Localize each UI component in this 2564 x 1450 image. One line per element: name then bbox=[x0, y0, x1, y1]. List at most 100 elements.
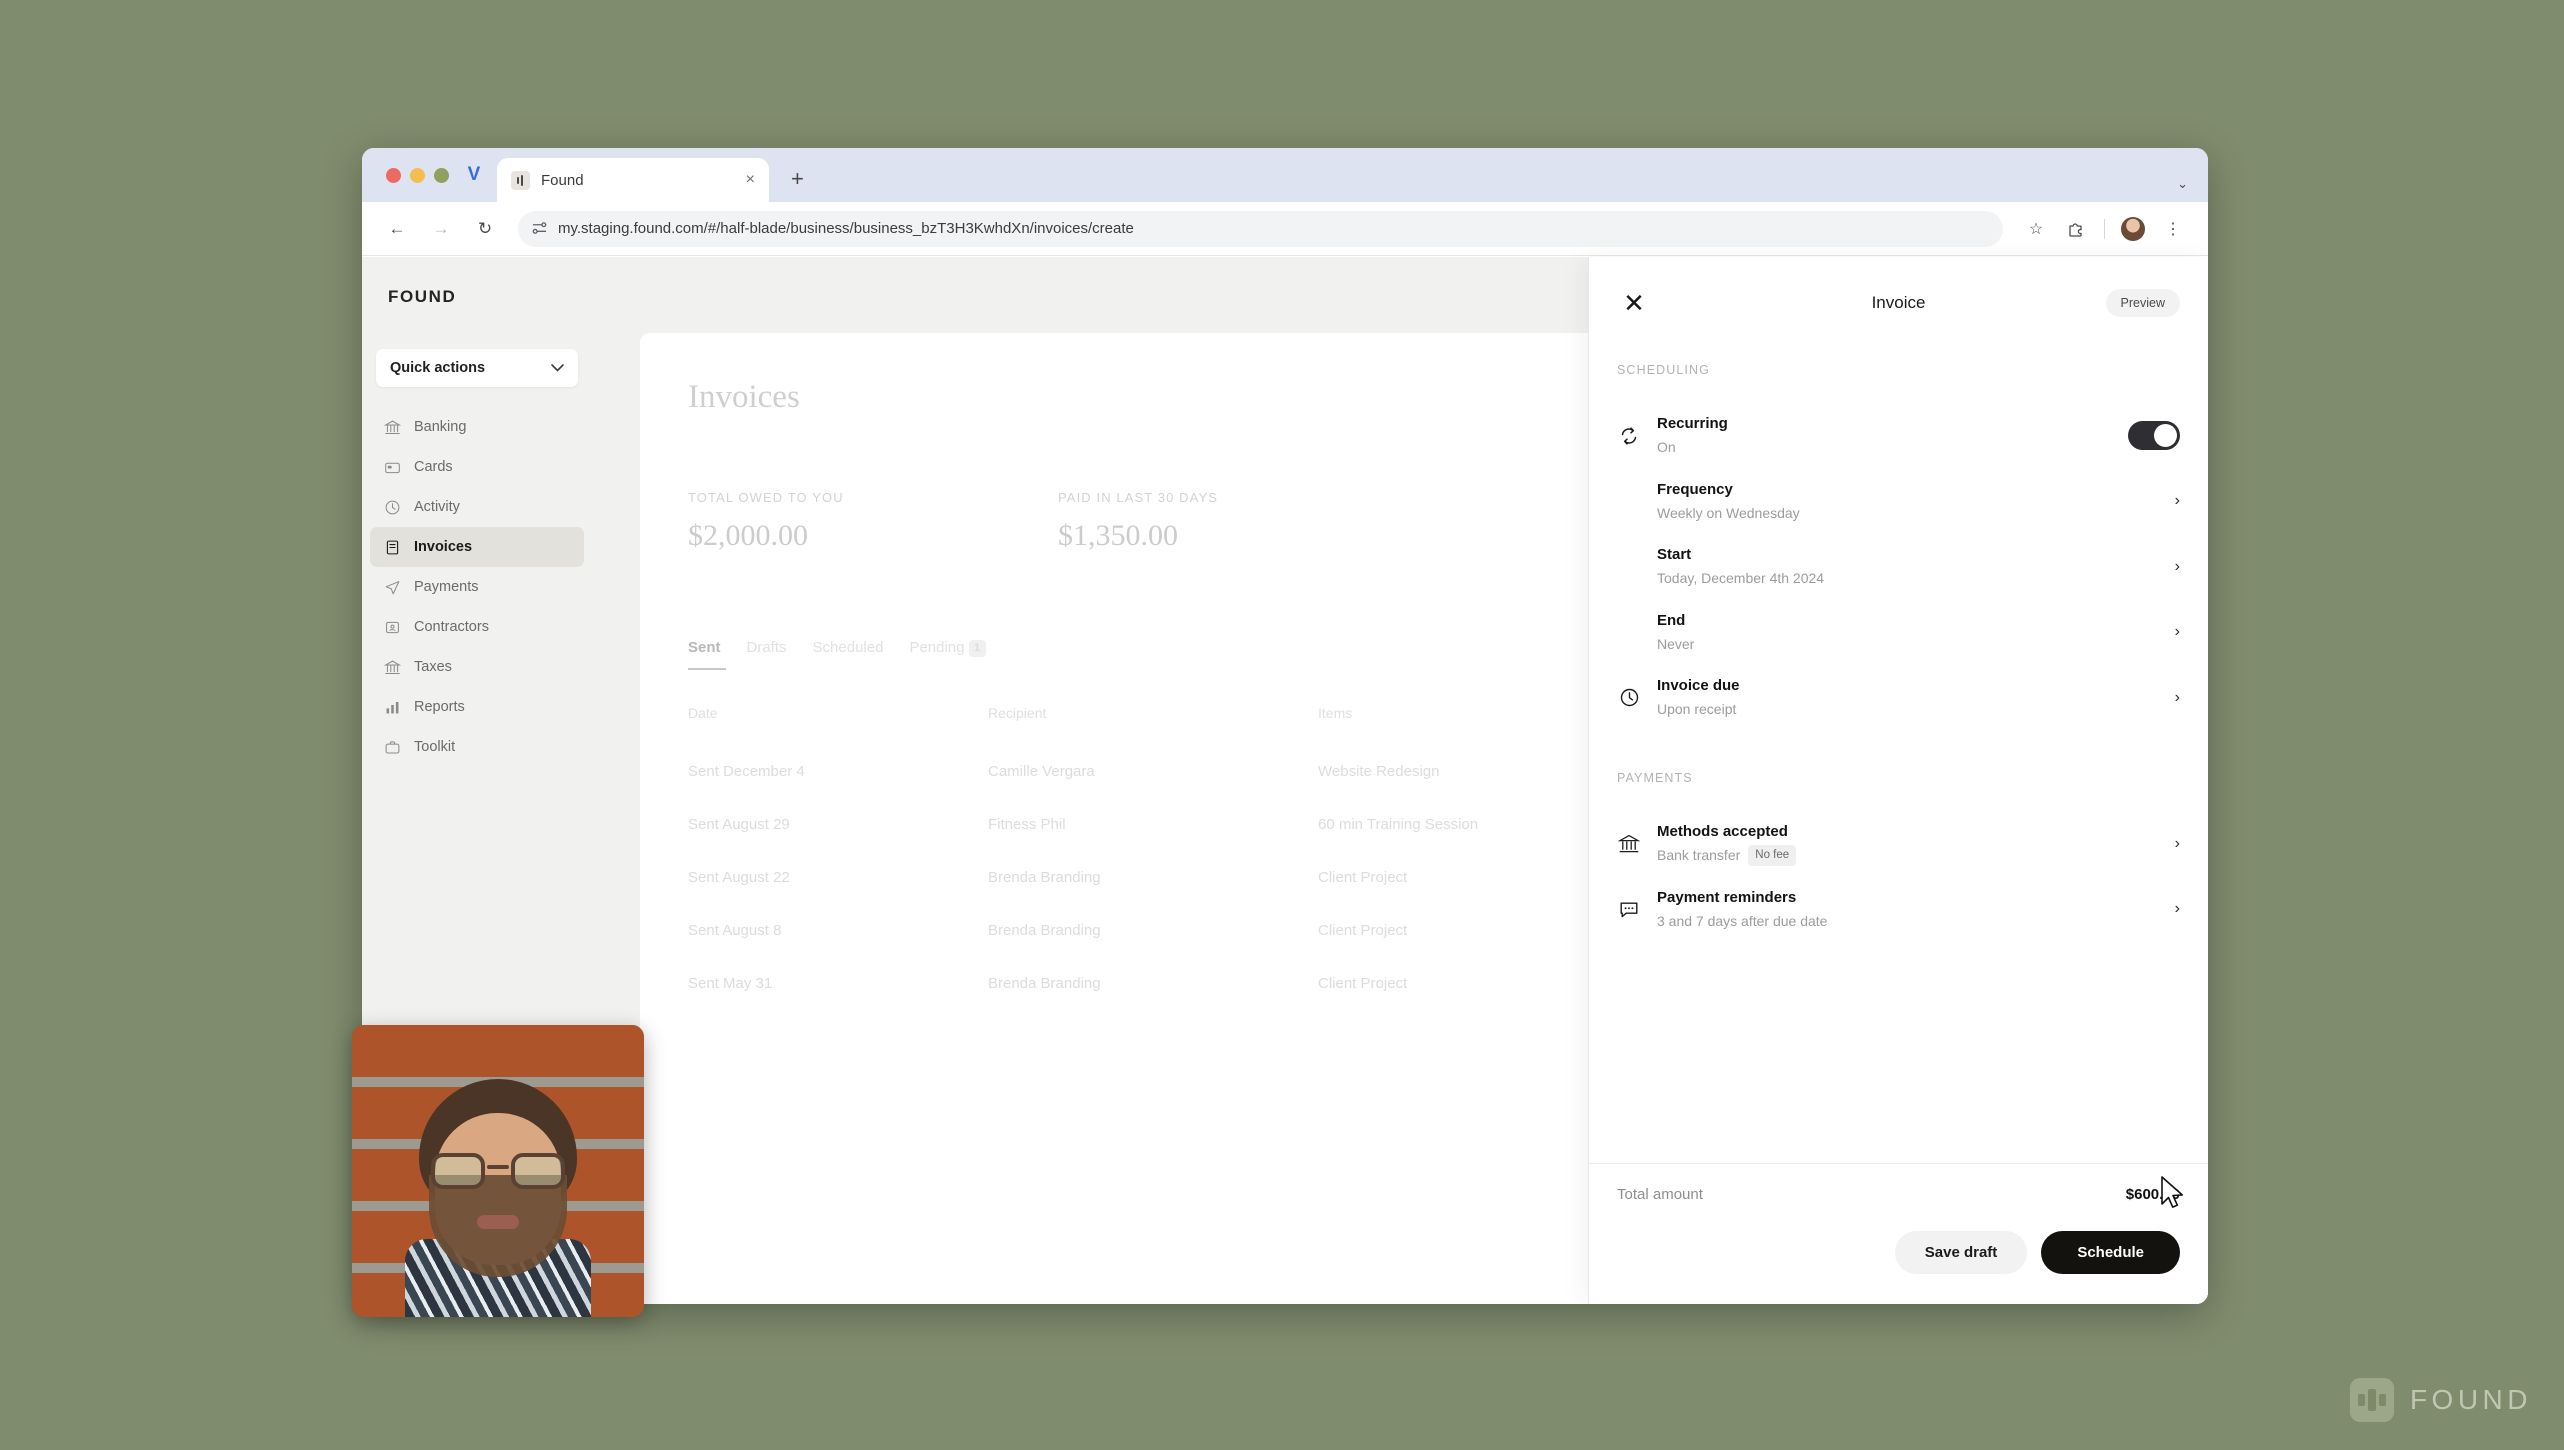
card-icon bbox=[385, 462, 400, 473]
chevron-right-icon: › bbox=[2174, 834, 2180, 852]
sidebar-item-label: Invoices bbox=[414, 539, 473, 555]
sidebar-item-label: Activity bbox=[414, 499, 460, 515]
stat-paid-last-30-days: PAID IN LAST 30 DAYS $1,350.00 bbox=[1058, 490, 1428, 553]
minimize-window-button[interactable] bbox=[410, 167, 425, 183]
sidebar-item-activity[interactable]: Activity bbox=[370, 487, 584, 527]
stat-total-owed: TOTAL OWED TO YOU $2,000.00 bbox=[688, 490, 1058, 553]
sidebar-item-payments[interactable]: Payments bbox=[370, 567, 584, 607]
contractor-icon bbox=[386, 621, 399, 633]
row-text: Payment reminders 3 and 7 days after due… bbox=[1657, 888, 2159, 932]
total-amount-value: $600.00 bbox=[2125, 1186, 2180, 1203]
sidebar-item-taxes[interactable]: Taxes bbox=[370, 647, 584, 687]
stat-value: $1,350.00 bbox=[1058, 519, 1178, 552]
row-end[interactable]: End Never › bbox=[1617, 600, 2180, 666]
recurring-toggle[interactable] bbox=[2128, 421, 2180, 451]
tab-pending-label: Pending bbox=[909, 639, 965, 656]
close-icon[interactable]: ✕ bbox=[1617, 286, 1651, 320]
row-payment-reminders[interactable]: Payment reminders 3 and 7 days after due… bbox=[1617, 877, 2180, 943]
found-favicon-icon bbox=[511, 170, 530, 190]
sidebar-item-label: Payments bbox=[414, 579, 479, 595]
browser-menu-icon[interactable]: ⋮ bbox=[2156, 212, 2190, 246]
cell-recipient: Brenda Branding bbox=[988, 868, 1101, 886]
toolbar-divider bbox=[2104, 218, 2105, 239]
address-bar[interactable]: my.staging.found.com/#/half-blade/busine… bbox=[518, 210, 2003, 247]
profile-avatar[interactable] bbox=[2116, 212, 2150, 246]
recurring-icon bbox=[1617, 425, 1641, 447]
tab-pending-badge: 1 bbox=[968, 639, 986, 657]
close-window-button[interactable] bbox=[386, 167, 401, 183]
schedule-button[interactable]: Schedule bbox=[2041, 1231, 2180, 1274]
row-start[interactable]: Start Today, December 4th 2024 › bbox=[1617, 534, 2180, 600]
cell-date: Sent August 29 bbox=[688, 815, 790, 833]
window-traffic-lights bbox=[378, 148, 461, 202]
sidebar-item-label: Cards bbox=[414, 459, 453, 475]
tab-sent[interactable]: Sent bbox=[688, 639, 726, 671]
address-bar-url: my.staging.found.com/#/half-blade/busine… bbox=[558, 220, 1134, 237]
row-methods-accepted[interactable]: Methods accepted Bank transfer No fee › bbox=[1617, 811, 2180, 877]
sidebar-item-label: Contractors bbox=[414, 619, 489, 635]
row-title: Payment reminders bbox=[1657, 888, 1797, 906]
clock-icon bbox=[385, 500, 400, 514]
row-subtitle: Bank transfer No fee bbox=[1657, 844, 2159, 866]
row-subtitle: 3 and 7 days after due date bbox=[1657, 912, 1828, 929]
save-draft-button[interactable]: Save draft bbox=[1894, 1231, 2028, 1274]
extensions-icon[interactable] bbox=[2059, 212, 2093, 246]
cell-date: Sent August 8 bbox=[688, 921, 782, 939]
tab-drafts[interactable]: Drafts bbox=[747, 639, 787, 666]
cell-recipient: Brenda Branding bbox=[988, 974, 1101, 992]
sidebar-item-invoices[interactable]: Invoices bbox=[370, 527, 584, 567]
row-subtitle: Weekly on Wednesday bbox=[1657, 504, 1800, 521]
found-watermark: FOUND bbox=[2349, 1378, 2532, 1422]
cell-date: Sent August 22 bbox=[688, 868, 790, 886]
chevron-right-icon: › bbox=[2174, 557, 2180, 575]
person-mouth bbox=[477, 1215, 519, 1229]
bookmark-star-icon[interactable]: ☆ bbox=[2019, 212, 2053, 246]
row-subtitle: Never bbox=[1657, 635, 1695, 652]
drawer-body: SCHEDULING Recurring On Frequency Weekly… bbox=[1589, 349, 2208, 1163]
row-text: Invoice due Upon receipt bbox=[1657, 676, 2159, 720]
watermark-text: FOUND bbox=[2409, 1384, 2532, 1415]
row-subtitle: On bbox=[1657, 439, 1676, 456]
row-frequency[interactable]: Frequency Weekly on Wednesday › bbox=[1617, 469, 2180, 535]
close-tab-icon[interactable]: × bbox=[746, 172, 755, 188]
sidebar-item-toolkit[interactable]: Toolkit bbox=[370, 727, 584, 767]
browser-tab[interactable]: Found × bbox=[497, 158, 769, 202]
webcam-overlay bbox=[352, 1025, 644, 1317]
row-recurring[interactable]: Recurring On bbox=[1617, 403, 2180, 469]
total-amount-row: Total amount $600.00 bbox=[1617, 1186, 2180, 1203]
back-button[interactable]: ← bbox=[380, 212, 414, 246]
row-invoice-due[interactable]: Invoice due Upon receipt › bbox=[1617, 665, 2180, 731]
row-title: Frequency bbox=[1657, 480, 1733, 498]
cell-recipient: Fitness Phil bbox=[988, 815, 1066, 833]
sidebar-item-cards[interactable]: Cards bbox=[370, 447, 584, 487]
new-tab-button[interactable]: + bbox=[791, 166, 804, 202]
sidebar-item-reports[interactable]: Reports bbox=[370, 687, 584, 727]
chevron-right-icon: › bbox=[2174, 688, 2180, 706]
send-icon bbox=[385, 580, 400, 594]
tab-pending[interactable]: Pending 1 bbox=[909, 639, 986, 667]
column-header-date: Date bbox=[688, 704, 718, 721]
toolkit-icon bbox=[385, 740, 400, 754]
site-settings-icon[interactable] bbox=[532, 221, 547, 236]
bank-icon bbox=[384, 420, 401, 434]
total-amount-label: Total amount bbox=[1617, 1186, 1703, 1203]
sidebar-item-banking[interactable]: Banking bbox=[370, 407, 584, 447]
preview-button[interactable]: Preview bbox=[2105, 289, 2180, 317]
sidebar-item-contractors[interactable]: Contractors bbox=[370, 607, 584, 647]
reload-button[interactable]: ↻ bbox=[468, 212, 502, 246]
chevron-down-icon bbox=[551, 361, 564, 375]
row-text: End Never bbox=[1657, 611, 2159, 655]
maximize-window-button[interactable] bbox=[434, 167, 449, 183]
tab-scheduled[interactable]: Scheduled bbox=[813, 639, 884, 666]
cell-recipient: Camille Vergara bbox=[988, 762, 1095, 780]
stat-label: TOTAL OWED TO YOU bbox=[688, 490, 844, 505]
vivaldi-logo-icon: V bbox=[467, 164, 481, 185]
sidebar-item-label: Taxes bbox=[414, 659, 452, 675]
drawer-footer: Total amount $600.00 Save draft Schedule bbox=[1589, 1163, 2208, 1304]
cell-date: Sent December 4 bbox=[688, 762, 805, 780]
quick-actions-dropdown[interactable]: Quick actions bbox=[376, 349, 578, 387]
tab-title: Found bbox=[541, 171, 584, 189]
drawer-header: ✕ Invoice Preview bbox=[1589, 257, 2208, 349]
tab-list-chevron-icon[interactable]: ⌄ bbox=[2177, 176, 2188, 192]
forward-button[interactable]: → bbox=[424, 212, 458, 246]
